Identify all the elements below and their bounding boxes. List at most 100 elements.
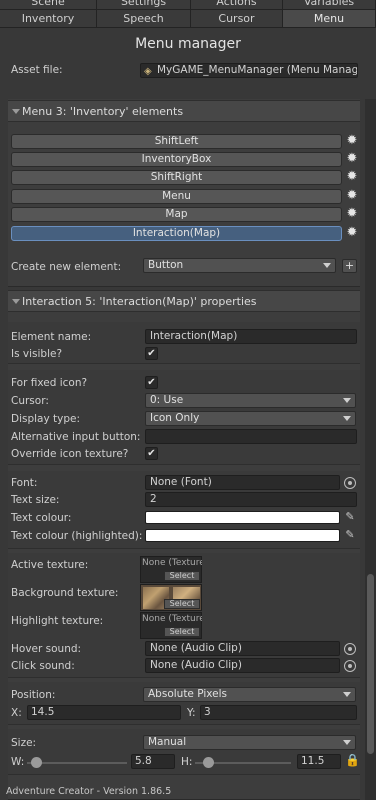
tab-scene[interactable]: Scene bbox=[0, 0, 97, 10]
highlight-texture-slot[interactable]: None (Texture) Select bbox=[140, 612, 202, 639]
page-title: Menu manager bbox=[135, 36, 241, 52]
click-sound-field[interactable]: None (Audio Clip) bbox=[145, 658, 340, 673]
hover-sound-label: Hover sound: bbox=[11, 643, 82, 655]
override-icon-label: Override icon texture? bbox=[11, 448, 129, 460]
gear-icon[interactable]: ✹ bbox=[346, 226, 358, 239]
create-element-dropdown[interactable]: Button bbox=[143, 258, 336, 273]
position-label: Position: bbox=[11, 689, 56, 701]
asset-file-field[interactable]: ◈ MyGAME_MenuManager (Menu Manager) bbox=[140, 63, 358, 78]
is-visible-label: Is visible? bbox=[11, 348, 63, 360]
eyedropper-icon[interactable]: ✎ bbox=[344, 529, 356, 541]
click-sound-label: Click sound: bbox=[11, 660, 75, 672]
cursor-dropdown[interactable]: 0: Use bbox=[145, 393, 356, 408]
tab-settings[interactable]: Settings bbox=[97, 0, 191, 10]
text-size-input[interactable]: 2 bbox=[145, 492, 357, 507]
font-field[interactable]: None (Font) bbox=[145, 475, 340, 490]
w-slider-knob[interactable] bbox=[31, 757, 42, 768]
display-type-value: Icon Only bbox=[150, 412, 200, 424]
element-name-label: Element name: bbox=[11, 331, 92, 343]
alt-input-field[interactable] bbox=[145, 429, 357, 444]
position-value: Absolute Pixels bbox=[148, 688, 227, 700]
create-element-value: Button bbox=[148, 259, 184, 271]
w-input[interactable]: 5.8 bbox=[131, 754, 175, 769]
background-texture-label: Background texture: bbox=[11, 587, 119, 599]
highlight-texture-select[interactable]: Select bbox=[164, 627, 200, 637]
properties-header[interactable]: Interaction 5: 'Interaction(Map)' proper… bbox=[8, 290, 360, 312]
object-picker-icon[interactable] bbox=[344, 660, 356, 672]
w-label: W: bbox=[11, 756, 25, 768]
tab-actions[interactable]: Actions bbox=[191, 0, 283, 10]
object-picker-icon[interactable] bbox=[344, 643, 356, 655]
size-value: Manual bbox=[148, 736, 187, 748]
properties-header-label: Interaction 5: 'Interaction(Map)' proper… bbox=[22, 295, 257, 308]
menu-elements-header[interactable]: Menu 3: 'Inventory' elements bbox=[8, 100, 360, 122]
text-size-label: Text size: bbox=[11, 494, 60, 506]
chevron-down-icon bbox=[323, 263, 331, 268]
tab-variables[interactable]: Variables bbox=[283, 0, 376, 10]
x-input[interactable]: 14.5 bbox=[27, 705, 181, 720]
position-dropdown[interactable]: Absolute Pixels bbox=[143, 687, 356, 702]
gear-icon[interactable]: ✹ bbox=[346, 189, 358, 202]
add-element-button[interactable]: + bbox=[342, 259, 357, 273]
alt-input-label: Alternative input button: bbox=[11, 431, 141, 443]
element-button-shiftright[interactable]: ShiftRight bbox=[11, 170, 342, 185]
tab-speech[interactable]: Speech bbox=[97, 10, 191, 28]
element-name-input[interactable]: Interaction(Map) bbox=[145, 329, 357, 344]
vertical-scrollbar[interactable] bbox=[365, 99, 376, 800]
for-fixed-icon-checkbox[interactable]: ✔ bbox=[145, 376, 158, 389]
tab-inventory[interactable]: Inventory bbox=[0, 10, 97, 28]
menu-elements-header-label: Menu 3: 'Inventory' elements bbox=[22, 105, 184, 118]
cursor-label: Cursor: bbox=[11, 395, 49, 407]
display-type-label: Display type: bbox=[11, 413, 81, 425]
size-label: Size: bbox=[11, 737, 37, 749]
is-visible-checkbox[interactable]: ✔ bbox=[145, 347, 158, 360]
collapse-triangle-icon bbox=[12, 299, 20, 304]
text-colour-highlighted-label: Text colour (highlighted): bbox=[11, 530, 143, 542]
element-button-menu[interactable]: Menu bbox=[11, 189, 342, 204]
highlight-texture-value: None (Texture) bbox=[142, 614, 202, 624]
active-texture-slot[interactable]: None (Texture) Select bbox=[140, 556, 202, 583]
h-input[interactable]: 11.5 bbox=[297, 754, 341, 769]
h-label: H: bbox=[181, 756, 193, 768]
asset-file-label: Asset file: bbox=[11, 64, 63, 76]
h-slider[interactable] bbox=[195, 754, 291, 772]
tab-menu[interactable]: Menu bbox=[283, 10, 376, 28]
scrollbar-thumb[interactable] bbox=[367, 574, 374, 754]
size-dropdown[interactable]: Manual bbox=[143, 735, 356, 750]
element-button-interaction-map[interactable]: Interaction(Map) bbox=[11, 226, 342, 241]
object-picker-icon[interactable] bbox=[344, 477, 356, 489]
y-input[interactable]: 3 bbox=[200, 705, 357, 720]
asset-file-value: MyGAME_MenuManager (Menu Manager) bbox=[157, 64, 358, 76]
tab-cursor[interactable]: Cursor bbox=[191, 10, 283, 28]
display-type-dropdown[interactable]: Icon Only bbox=[145, 411, 356, 426]
background-texture-slot[interactable]: Select bbox=[140, 584, 202, 611]
x-label: X: bbox=[11, 707, 22, 719]
collapse-triangle-icon bbox=[12, 109, 20, 114]
w-slider[interactable] bbox=[27, 754, 127, 772]
text-colour-label: Text colour: bbox=[11, 512, 72, 524]
eyedropper-icon[interactable]: ✎ bbox=[344, 511, 356, 523]
create-element-label: Create new element: bbox=[11, 261, 122, 273]
override-icon-checkbox[interactable]: ✔ bbox=[145, 447, 158, 460]
gear-icon[interactable]: ✹ bbox=[346, 170, 358, 183]
element-button-inventorybox[interactable]: InventoryBox bbox=[11, 152, 342, 167]
element-button-shiftleft[interactable]: ShiftLeft bbox=[11, 134, 342, 149]
lock-icon[interactable]: 🔒 bbox=[345, 753, 360, 767]
chevron-down-icon bbox=[343, 692, 351, 697]
gear-icon[interactable]: ✹ bbox=[346, 152, 358, 165]
active-texture-value: None (Texture) bbox=[142, 558, 202, 568]
background-texture-select[interactable]: Select bbox=[164, 599, 200, 609]
for-fixed-icon-label: For fixed icon? bbox=[11, 377, 88, 389]
text-colour-swatch[interactable] bbox=[145, 511, 340, 524]
h-slider-knob[interactable] bbox=[203, 757, 214, 768]
hover-sound-field[interactable]: None (Audio Clip) bbox=[145, 641, 340, 656]
gear-icon[interactable]: ✹ bbox=[346, 134, 358, 147]
highlight-texture-label: Highlight texture: bbox=[11, 615, 104, 627]
w-slider-track bbox=[27, 762, 127, 764]
active-texture-label: Active texture: bbox=[11, 559, 89, 571]
active-texture-select[interactable]: Select bbox=[164, 571, 200, 581]
text-colour-highlighted-swatch[interactable] bbox=[145, 529, 340, 542]
gear-icon[interactable]: ✹ bbox=[346, 207, 358, 220]
background-texture-thumbnail bbox=[173, 587, 200, 599]
element-button-map[interactable]: Map bbox=[11, 207, 342, 222]
